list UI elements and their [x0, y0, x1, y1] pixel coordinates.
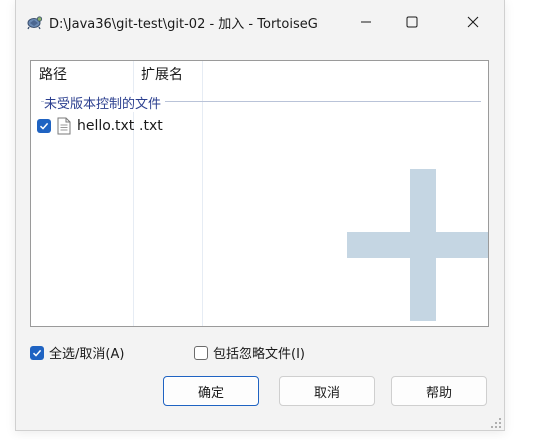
select-all-checkbox[interactable]: 全选/取消(A) — [30, 343, 124, 362]
column-header-path[interactable]: 路径 — [39, 61, 67, 90]
group-header-unversioned: 未受版本控制的文件 — [44, 93, 166, 112]
checkbox-unchecked-icon[interactable] — [194, 345, 208, 360]
maximize-icon — [406, 16, 418, 28]
column-header-extension[interactable]: 扩展名 — [141, 61, 183, 90]
maximize-button[interactable] — [389, 0, 435, 44]
add-dialog-window: D:\Java36\git-test\git-02 - 加入 - Tortois… — [15, 0, 505, 431]
file-extension: .txt — [139, 118, 163, 134]
include-ignored-checkbox[interactable]: 包括忽略文件(I) — [194, 343, 305, 362]
title-bar[interactable]: D:\Java36\git-test\git-02 - 加入 - Tortois… — [16, 0, 504, 44]
resize-grip-icon[interactable] — [490, 414, 502, 428]
include-ignored-label[interactable]: 包括忽略文件(I) — [213, 343, 305, 362]
file-name: hello.txt — [77, 118, 135, 134]
cancel-button[interactable]: 取消 — [279, 376, 375, 406]
text-file-icon — [57, 117, 71, 135]
row-checkbox[interactable] — [37, 119, 51, 133]
file-list[interactable]: 路径 扩展名 未受版本控制的文件 hello.txt .txt — [30, 60, 489, 327]
close-icon — [467, 16, 479, 28]
select-all-label[interactable]: 全选/取消(A) — [49, 343, 124, 362]
checkmark-icon — [39, 122, 49, 130]
minimize-button[interactable] — [343, 0, 389, 44]
close-button[interactable] — [450, 0, 496, 44]
checkbox-checked-icon[interactable] — [30, 345, 44, 360]
ok-button[interactable]: 确定 — [163, 376, 259, 406]
minimize-icon — [361, 21, 371, 23]
tortoisegit-icon — [25, 13, 43, 31]
list-item[interactable]: hello.txt .txt — [31, 116, 488, 138]
help-button[interactable]: 帮助 — [391, 376, 487, 406]
window-title: D:\Java36\git-test\git-02 - 加入 - Tortois… — [49, 17, 319, 32]
plus-icon — [347, 169, 488, 321]
